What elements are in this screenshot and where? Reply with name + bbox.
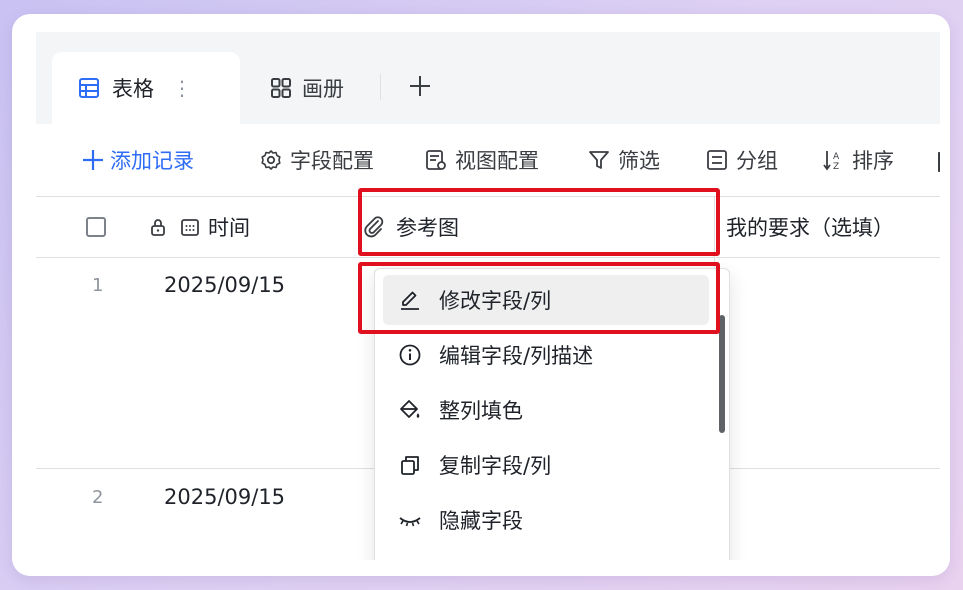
select-all-checkbox[interactable] <box>86 217 106 237</box>
plus-icon <box>83 150 103 170</box>
menu-item-label: 整列填色 <box>439 399 523 423</box>
table-view: 表格 ⋮ 画册 添加记录 字段配置 视图配置 筛选 分组 A Z 排序 时间 参… <box>36 32 940 560</box>
view-config-button[interactable]: 视图配置 <box>425 142 539 178</box>
field-config-button[interactable]: 字段配置 <box>260 142 374 178</box>
tab-gallery-label: 画册 <box>302 77 344 101</box>
filter-label: 筛选 <box>618 149 660 173</box>
tab-table[interactable]: 表格 ⋮ <box>52 52 240 124</box>
toolbar: 添加记录 字段配置 视图配置 筛选 分组 AZ 排序 <box>36 124 940 196</box>
view-tab-bar: 表格 ⋮ 画册 <box>36 32 940 124</box>
paint-bucket-icon <box>397 397 423 423</box>
grid-header: 时间 参考图 我的要求（选填） <box>36 197 940 258</box>
app-window: 表格 ⋮ 画册 添加记录 字段配置 视图配置 筛选 分组 A Z 排序 时间 参… <box>12 14 950 576</box>
gallery-grid-icon <box>270 77 292 99</box>
menu-item-fill-color[interactable]: 整列填色 <box>383 385 709 435</box>
more-vertical-icon[interactable]: ⋮ <box>172 76 192 100</box>
add-record-button[interactable]: 添加记录 <box>82 142 194 178</box>
menu-item-label: 复制字段/列 <box>439 454 552 478</box>
calendar-icon <box>180 217 200 237</box>
column-header-reference[interactable]: 参考图 <box>362 203 712 251</box>
view-settings-icon <box>426 150 446 170</box>
field-config-label: 字段配置 <box>290 149 374 173</box>
svg-text:Z: Z <box>833 162 839 171</box>
paperclip-icon <box>364 216 384 238</box>
menu-item-label: 编辑字段/列描述 <box>439 344 594 368</box>
add-view-button[interactable] <box>402 68 438 104</box>
grid-table-icon <box>78 77 100 99</box>
sort-label: 排序 <box>852 149 894 173</box>
menu-scrollbar[interactable] <box>719 315 725 433</box>
tab-table-label: 表格 <box>112 77 154 101</box>
gear-icon <box>261 150 281 170</box>
column-requirement-label: 我的要求（选填） <box>726 216 894 240</box>
lock-icon <box>151 219 165 236</box>
pencil-icon <box>397 287 423 313</box>
tab-divider <box>380 74 381 100</box>
row-number: 1 <box>92 275 104 296</box>
info-icon <box>397 342 423 368</box>
copy-icon <box>397 452 423 478</box>
svg-text:A: A <box>833 152 840 162</box>
row-time-cell[interactable]: 2025/09/15 <box>164 273 285 297</box>
group-button[interactable]: 分组 <box>706 142 778 178</box>
menu-item-copy-field[interactable]: 复制字段/列 <box>383 440 709 490</box>
column-header-requirement[interactable]: 我的要求（选填） <box>726 211 894 243</box>
view-config-label: 视图配置 <box>455 149 539 173</box>
menu-item-label: 修改字段/列 <box>439 289 552 313</box>
row-time-cell[interactable]: 2025/09/15 <box>164 485 285 509</box>
filter-button[interactable]: 筛选 <box>588 142 660 178</box>
group-list-icon <box>707 150 727 170</box>
add-record-label: 添加记录 <box>110 149 194 173</box>
sort-icon: AZ <box>823 151 840 171</box>
column-context-menu: 修改字段/列 编辑字段/列描述 整列填色 复制字段/列 隐藏字段 <box>374 268 730 560</box>
filter-icon <box>589 151 609 169</box>
column-header-time[interactable]: 时间 <box>148 211 250 243</box>
plus-icon <box>410 76 430 96</box>
row-number: 2 <box>92 487 104 508</box>
column-reference-label: 参考图 <box>396 216 459 240</box>
eye-closed-icon <box>397 507 423 533</box>
overflow-toolbar-item[interactable] <box>938 152 940 172</box>
group-label: 分组 <box>736 149 778 173</box>
sort-button[interactable]: AZ 排序 <box>822 142 894 178</box>
menu-item-label: 隐藏字段 <box>439 509 523 533</box>
menu-item-hide-field[interactable]: 隐藏字段 <box>383 495 709 545</box>
menu-item-edit-description[interactable]: 编辑字段/列描述 <box>383 330 709 380</box>
menu-item-edit-field[interactable]: 修改字段/列 <box>383 275 709 325</box>
column-time-label: 时间 <box>208 216 250 240</box>
tab-gallery[interactable]: 画册 <box>270 52 344 124</box>
